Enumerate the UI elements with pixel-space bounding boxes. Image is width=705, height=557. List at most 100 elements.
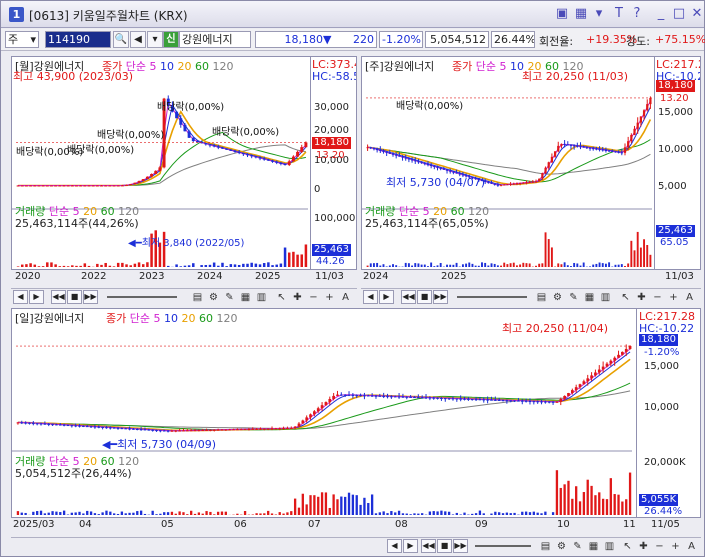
link-icon[interactable]: ▣ xyxy=(554,6,570,22)
scroll-right-button[interactable]: ▶ xyxy=(379,290,394,304)
table-icon[interactable]: ▤ xyxy=(535,291,548,304)
zoom-out-icon[interactable]: − xyxy=(307,291,320,304)
font-size-icon[interactable]: A xyxy=(685,540,698,553)
volume-bar xyxy=(16,266,20,267)
dropdown-icon[interactable]: ▾ xyxy=(147,31,163,48)
grid-icon[interactable]: ▦ xyxy=(587,540,600,553)
maximize-icon[interactable]: □ xyxy=(671,6,687,22)
candle-body xyxy=(286,428,289,430)
scroll-left-button[interactable]: ◀ xyxy=(13,290,28,304)
candle-body xyxy=(62,185,66,187)
cursor-icon[interactable]: ↖ xyxy=(275,291,288,304)
candle-body xyxy=(440,397,443,399)
zoom-out-icon[interactable]: − xyxy=(651,291,664,304)
candle-body xyxy=(297,423,301,427)
font-size-icon[interactable]: A xyxy=(683,291,696,304)
x-label: 2020 xyxy=(15,271,41,282)
minimize-icon[interactable]: _ xyxy=(653,6,669,22)
volume-bar xyxy=(566,265,569,267)
monthly-chart-panel[interactable]: [월]강원에너지 종가 단순 5 10 20 60 120 LC:373.4 H… xyxy=(11,56,357,270)
gear-icon[interactable]: ⚙ xyxy=(555,540,568,553)
table-icon[interactable]: ▤ xyxy=(539,540,552,553)
volume-bar xyxy=(509,513,512,515)
first-button[interactable]: ◀◀ xyxy=(51,290,66,304)
candle-body xyxy=(416,397,420,399)
candle-body xyxy=(540,401,543,403)
crosshair-icon[interactable]: ✚ xyxy=(635,291,648,304)
market-select[interactable]: 주 ▾ xyxy=(5,31,39,48)
daily-navbar: ◀ ▶ ◀◀ ■ ▶▶ ▤ ⚙ ✎ ▦ ▥ ↖ ✚ − + A xyxy=(11,537,701,554)
candle-body xyxy=(41,185,45,187)
chart-icon[interactable]: ▥ xyxy=(255,291,268,304)
volume-bar xyxy=(47,512,50,515)
stop-button[interactable]: ■ xyxy=(67,290,82,304)
volume-bar xyxy=(444,511,447,515)
chart-icon[interactable]: ▥ xyxy=(603,540,616,553)
volume-bar xyxy=(513,512,516,515)
close-icon[interactable]: ✕ xyxy=(689,6,705,22)
cursor-icon[interactable]: ↖ xyxy=(621,540,634,553)
volume-bar xyxy=(487,265,490,267)
candle-body xyxy=(646,104,649,111)
table-icon[interactable]: ▤ xyxy=(191,291,204,304)
grid-icon[interactable]: ▦ xyxy=(239,291,252,304)
cursor-icon[interactable]: ↖ xyxy=(619,291,632,304)
first-button[interactable]: ◀◀ xyxy=(421,539,436,553)
zoom-slider[interactable] xyxy=(475,545,531,547)
last-button[interactable]: ▶▶ xyxy=(453,539,468,553)
gear-icon[interactable]: ⚙ xyxy=(551,291,564,304)
gear-icon[interactable]: ⚙ xyxy=(207,291,220,304)
zoom-slider[interactable] xyxy=(457,296,527,298)
last-button[interactable]: ▶▶ xyxy=(433,290,448,304)
speaker-icon[interactable]: ◀ xyxy=(130,31,146,48)
volume-bar xyxy=(74,512,77,515)
volume-bar xyxy=(484,262,487,267)
scroll-left-button[interactable]: ◀ xyxy=(363,290,378,304)
last-button[interactable]: ▶▶ xyxy=(83,290,98,304)
zoom-out-icon[interactable]: − xyxy=(653,540,666,553)
candle-body xyxy=(531,181,534,183)
font-icon[interactable]: T xyxy=(611,6,627,22)
candle-body xyxy=(229,149,233,151)
candle-body xyxy=(447,398,451,400)
candle-body xyxy=(232,429,235,431)
grid-icon[interactable]: ▦ xyxy=(573,6,589,22)
volume-bar xyxy=(250,262,253,267)
volume-bar xyxy=(609,478,612,515)
zoom-in-icon[interactable]: + xyxy=(667,291,680,304)
candle-body xyxy=(553,151,557,157)
tools-icon[interactable]: ✎ xyxy=(223,291,236,304)
zoom-in-icon[interactable]: + xyxy=(323,291,336,304)
first-button[interactable]: ◀◀ xyxy=(401,290,416,304)
monthly-hc: HC:-58.5 xyxy=(312,70,357,83)
pin-icon[interactable]: ▾ xyxy=(591,6,607,22)
candle-body xyxy=(509,400,513,402)
candle-body xyxy=(47,423,51,425)
search-icon[interactable]: 🔍 xyxy=(113,31,129,48)
weekly-chart-panel[interactable]: [주]강원에너지 종가 단순 5 10 20 60 120 LC:217.2 H… xyxy=(361,56,701,270)
volume-bar xyxy=(630,240,633,267)
volume-bar xyxy=(59,512,62,515)
tools-icon[interactable]: ✎ xyxy=(567,291,580,304)
chart-icon[interactable]: ▥ xyxy=(599,291,612,304)
tools-icon[interactable]: ✎ xyxy=(571,540,584,553)
stock-code-input[interactable]: 114190 xyxy=(45,31,111,48)
crosshair-icon[interactable]: ✚ xyxy=(291,291,304,304)
scroll-left-button[interactable]: ◀ xyxy=(387,539,402,553)
volume-bar xyxy=(136,511,139,515)
candle-body xyxy=(452,171,455,173)
stop-button[interactable]: ■ xyxy=(417,290,432,304)
zoom-slider[interactable] xyxy=(107,296,177,298)
stop-button[interactable]: ■ xyxy=(437,539,452,553)
crosshair-icon[interactable]: ✚ xyxy=(637,540,650,553)
ma-line xyxy=(17,348,631,432)
daily-chart-panel[interactable]: [일]강원에너지 종가 단순 5 10 20 60 120 LC:217.28 … xyxy=(11,308,701,518)
x-label: 2024 xyxy=(363,271,389,282)
help-icon[interactable]: ? xyxy=(629,6,645,22)
grid-icon[interactable]: ▦ xyxy=(583,291,596,304)
scroll-right-button[interactable]: ▶ xyxy=(29,290,44,304)
scroll-right-button[interactable]: ▶ xyxy=(403,539,418,553)
zoom-in-icon[interactable]: + xyxy=(669,540,682,553)
font-size-icon[interactable]: A xyxy=(339,291,352,304)
volume-bar xyxy=(461,264,464,267)
